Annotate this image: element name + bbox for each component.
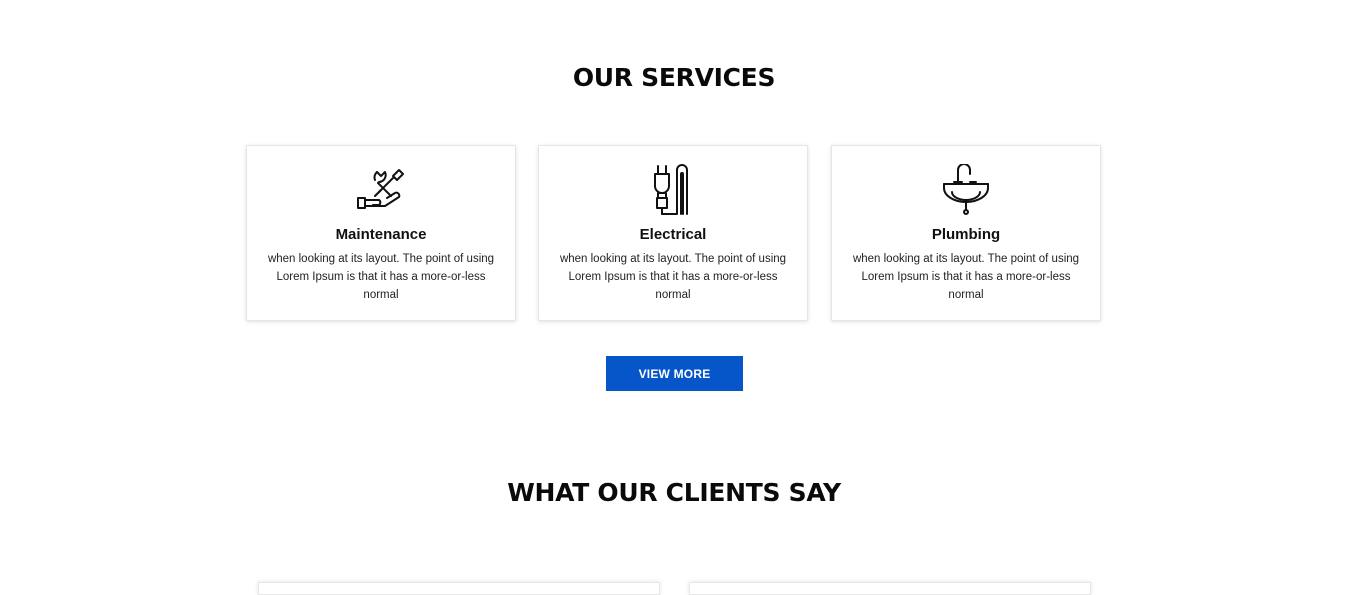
service-card-plumbing[interactable]: Plumbing when looking at its layout. The… [831, 145, 1101, 321]
service-title: Plumbing [931, 226, 1001, 243]
service-title: Maintenance [335, 226, 427, 243]
service-card-electrical[interactable]: Electrical when looking at its layout. T… [538, 145, 808, 321]
wrench-screwdriver-hand-icon [247, 164, 515, 216]
service-description: when looking at its layout. The point of… [852, 253, 1080, 301]
service-title: Electrical [639, 226, 707, 243]
view-more-button[interactable]: VIEW MORE [606, 356, 743, 391]
service-description: when looking at its layout. The point of… [267, 253, 495, 301]
clients-heading: WHAT OUR CLIENTS SAY [507, 478, 841, 507]
services-heading: OUR SERVICES [572, 63, 776, 92]
electrical-plug-icon [539, 164, 807, 216]
testimonial-card [689, 582, 1091, 595]
page: OUR SERVICES Maintenance when looking at… [0, 0, 1348, 595]
sink-faucet-icon [832, 164, 1100, 216]
testimonial-card [258, 582, 660, 595]
service-card-maintenance[interactable]: Maintenance when looking at its layout. … [246, 145, 516, 321]
service-description: when looking at its layout. The point of… [559, 253, 787, 301]
